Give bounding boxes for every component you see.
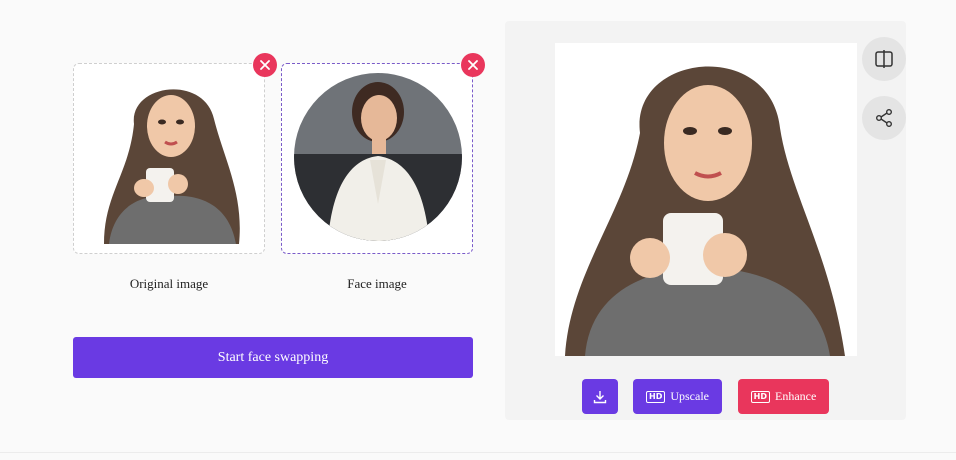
download-icon xyxy=(593,390,607,403)
divider xyxy=(0,452,956,453)
close-icon xyxy=(468,60,478,70)
download-button[interactable] xyxy=(582,379,618,414)
face-image-slot[interactable] xyxy=(281,53,485,254)
face-swap-page: Original image Face image Start face swa… xyxy=(0,0,956,460)
face-image-label: Face image xyxy=(347,276,407,291)
close-icon xyxy=(260,60,270,70)
split-compare-icon xyxy=(875,50,893,68)
upscale-label: Upscale xyxy=(670,389,709,403)
enhance-button[interactable]: HD Enhance xyxy=(738,379,829,414)
upscale-button[interactable]: HD Upscale xyxy=(633,379,722,414)
result-image xyxy=(555,43,857,356)
share-icon xyxy=(876,109,892,127)
compare-button[interactable] xyxy=(862,37,906,81)
original-image-slot[interactable] xyxy=(73,53,277,254)
hd-badge-icon: HD xyxy=(646,390,666,403)
start-face-swap-button[interactable]: Start face swapping xyxy=(73,337,473,378)
share-button[interactable] xyxy=(862,96,906,140)
enhance-label: Enhance xyxy=(775,389,817,403)
hd-badge-icon: HD xyxy=(750,390,771,403)
remove-original-button[interactable] xyxy=(253,53,277,77)
original-image-label: Original image xyxy=(129,276,209,291)
remove-face-button[interactable] xyxy=(461,53,485,77)
original-image xyxy=(74,64,264,253)
face-image xyxy=(282,64,472,253)
